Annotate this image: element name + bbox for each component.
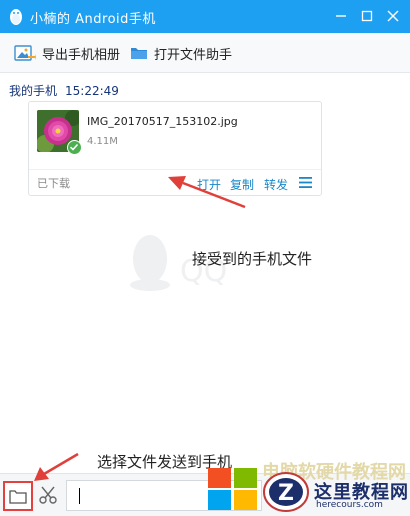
- copy-link[interactable]: 复制: [230, 176, 254, 193]
- maximize-button[interactable]: [355, 4, 379, 28]
- file-name: IMG_20170517_153102.jpg: [87, 115, 238, 128]
- text-caret: [79, 488, 80, 504]
- sender-name: 我的手机: [9, 84, 58, 98]
- close-icon: [387, 10, 399, 22]
- message-header: 我的手机 15:22:49: [9, 82, 119, 99]
- open-link[interactable]: 打开: [197, 176, 221, 193]
- site-url: herecours.com: [316, 500, 383, 510]
- photo-export-icon: [14, 45, 36, 61]
- menu-icon[interactable]: [299, 177, 312, 188]
- open-file-assistant-label: 打开文件助手: [154, 47, 233, 63]
- open-file-assistant-button[interactable]: 打开文件助手: [130, 41, 232, 65]
- minimize-icon: [336, 15, 346, 17]
- maximize-icon: [361, 10, 373, 22]
- export-album-button[interactable]: 导出手机相册: [14, 41, 120, 65]
- windows-logo-icon: [208, 468, 257, 510]
- folder-icon: [131, 48, 147, 59]
- file-size: 4.11M: [87, 136, 118, 147]
- download-status: 已下载: [37, 177, 70, 190]
- scissors-icon[interactable]: [37, 484, 59, 506]
- title-bar: 小楠的 Android手机: [0, 0, 410, 33]
- folder-icon: [9, 489, 27, 504]
- close-button[interactable]: [381, 4, 405, 28]
- export-album-label: 导出手机相册: [42, 47, 121, 63]
- forward-link[interactable]: 转发: [264, 176, 288, 193]
- card-divider: [29, 169, 321, 170]
- file-card[interactable]: IMG_20170517_153102.jpg 4.11M 已下载 打开 复制 …: [28, 101, 322, 196]
- svg-text:Z: Z: [278, 481, 294, 506]
- downloaded-check-icon: [67, 140, 82, 155]
- message-time: 15:22:49: [65, 84, 119, 98]
- qq-penguin-icon: [10, 9, 22, 25]
- send-file-button[interactable]: [3, 481, 33, 511]
- window-title: 小楠的 Android手机: [30, 12, 156, 27]
- toolbar: 导出手机相册 打开文件助手: [0, 33, 410, 73]
- site-logo-icon: Z: [263, 472, 309, 512]
- minimize-button[interactable]: [329, 4, 353, 28]
- received-file-annotation: 接受到的手机文件: [192, 250, 313, 268]
- chat-area: 我的手机 15:22:49 IMG_20170517_153102.jpg 4.1…: [0, 73, 410, 473]
